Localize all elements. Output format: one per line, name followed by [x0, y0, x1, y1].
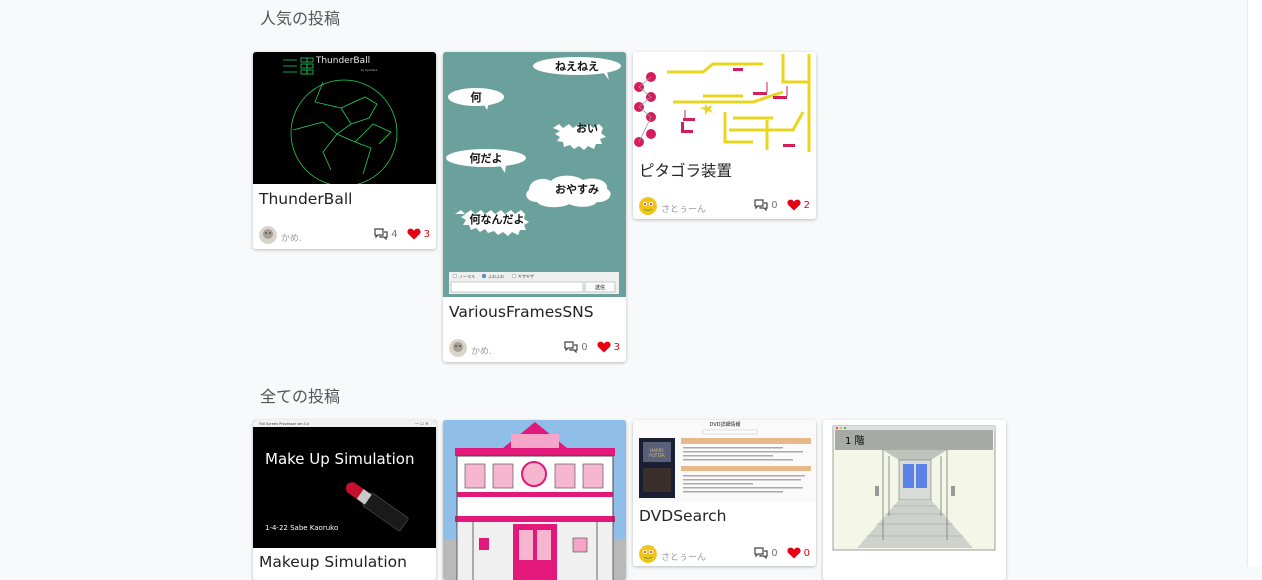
comment-count: 0 [581, 341, 588, 353]
bubble-text: おい [576, 122, 598, 135]
like-count: 0 [803, 547, 810, 559]
heart-icon[interactable] [597, 341, 611, 353]
post-title[interactable]: ピタゴラ装置 [639, 159, 732, 181]
floor-label: 1 階 [845, 435, 865, 447]
post-thumbnail[interactable]: ThunderBall by Kyohara [253, 52, 436, 184]
post-footer: さとぅーん 0 0 [633, 544, 816, 566]
post-card-makeup-simulation[interactable]: Full Screen Processor ver.3.4 — ☐ ✕ Make… [253, 420, 436, 580]
author-avatar[interactable] [639, 197, 657, 215]
post-stats: 0 3 [564, 341, 620, 353]
post-thumbnail[interactable]: ねえねえ 何 おい 何だよ おやすみ 何なんだよ ノーマル ふわふわ ギザギザ … [443, 52, 626, 297]
like-count: 3 [613, 341, 620, 353]
author-name[interactable]: さとぅーん [661, 202, 706, 215]
svg-text:POTTER: POTTER [649, 453, 665, 458]
comment-icon [374, 228, 388, 240]
heart-icon[interactable] [787, 547, 801, 559]
post-thumbnail[interactable]: 1 階 [823, 420, 1006, 560]
bubble-text: おやすみ [555, 183, 599, 196]
heart-icon[interactable] [787, 199, 801, 211]
thumb-caption: 1-4-22 Sabe Kaoruko [265, 524, 338, 532]
bubble-text: 何 [471, 90, 482, 104]
section-title-popular: 人気の投稿 [260, 9, 341, 28]
post-footer: かめ. 4 3 [253, 225, 436, 247]
post-card-variousframessns[interactable]: ねえねえ 何 おい 何だよ おやすみ 何なんだよ ノーマル ふわふわ ギザギザ … [443, 52, 626, 362]
comment-count: 4 [391, 228, 398, 240]
bubble-text: ねえねえ [555, 60, 599, 73]
post-footer: かめ. 0 3 [443, 338, 626, 360]
radio-label: ふわふわ [488, 273, 504, 279]
post-title[interactable]: VariousFramesSNS [449, 303, 594, 321]
post-thumbnail[interactable]: DVD詳細情報 HARRY POTTER [633, 420, 816, 502]
post-card-pythagoras[interactable]: ピタゴラ装置 さとぅーん 0 2 [633, 52, 816, 219]
post-card-corridor[interactable]: 1 階 [823, 420, 1006, 580]
post-card-dollhouse[interactable] [443, 420, 626, 580]
comment-icon [754, 199, 768, 211]
heart-icon[interactable] [407, 228, 421, 240]
post-title[interactable]: DVDSearch [639, 507, 726, 525]
like-count: 3 [423, 228, 430, 240]
thumb-window-title: Full Screen Processor ver.3.4 [259, 422, 310, 426]
author-name[interactable]: かめ. [471, 344, 492, 357]
section-title-all: 全ての投稿 [260, 387, 341, 406]
post-footer: さとぅーん 0 2 [633, 196, 816, 218]
author-avatar[interactable] [639, 545, 657, 563]
comment-icon [564, 341, 578, 353]
post-stats: 4 3 [374, 228, 430, 240]
author-name[interactable]: かめ. [281, 231, 302, 244]
comment-count: 0 [771, 199, 778, 211]
post-thumbnail[interactable] [633, 52, 816, 154]
post-title[interactable]: Makeup Simulation [259, 553, 407, 571]
page-scroll-edge [1247, 0, 1262, 566]
radio-label: ノーマル [459, 274, 475, 279]
author-avatar[interactable] [449, 339, 467, 357]
post-thumbnail[interactable] [443, 420, 626, 580]
author-avatar[interactable] [259, 226, 277, 244]
post-card-thunderball[interactable]: ThunderBall by Kyohara ThunderBall かめ. 4… [253, 52, 436, 249]
post-card-dvdsearch[interactable]: DVD詳細情報 HARRY POTTER DVDSearch さとぅーん 0 0 [633, 420, 816, 566]
radio-label: ギザギザ [518, 273, 534, 279]
post-stats: 0 0 [754, 547, 810, 559]
like-count: 2 [803, 199, 810, 211]
thumb-game-author: by Kyohara [361, 68, 378, 72]
thumb-game-title: ThunderBall [315, 56, 370, 66]
thumb-heading: Make Up Simulation [265, 450, 414, 468]
comment-count: 0 [771, 547, 778, 559]
post-stats: 0 2 [754, 199, 810, 211]
thumb-heading: DVD詳細情報 [709, 421, 740, 428]
post-title[interactable]: ThunderBall [259, 190, 352, 208]
author-name[interactable]: さとぅーん [661, 550, 706, 563]
comment-icon [754, 547, 768, 559]
svg-text:— ☐ ✕: — ☐ ✕ [415, 421, 428, 426]
bubble-text: 何だよ [470, 151, 503, 165]
send-button-label: 送信 [595, 284, 605, 291]
bubble-text: 何なんだよ [470, 212, 525, 226]
post-thumbnail[interactable]: Full Screen Processor ver.3.4 — ☐ ✕ Make… [253, 420, 436, 548]
